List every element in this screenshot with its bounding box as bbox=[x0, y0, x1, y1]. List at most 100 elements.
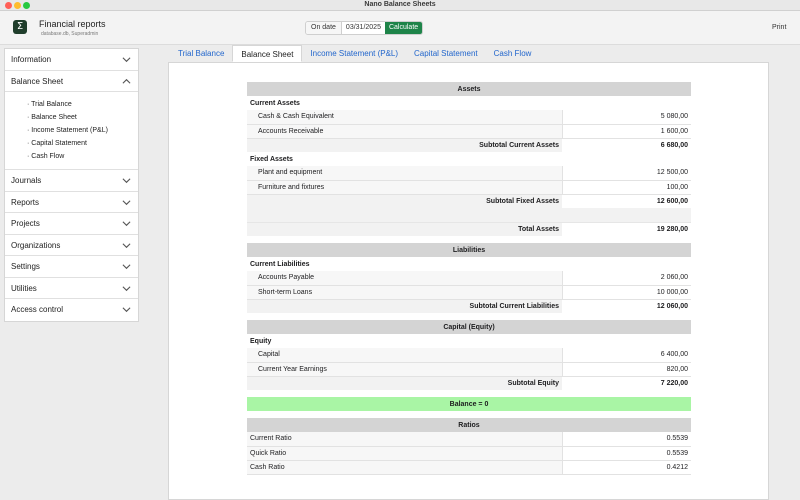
chevron-down-icon bbox=[122, 221, 131, 227]
row-value: 10 000,00 bbox=[561, 285, 691, 300]
tab-cash-flow[interactable]: Cash Flow bbox=[486, 45, 540, 62]
row-label: Capital bbox=[247, 348, 562, 363]
table-row: Total Assets 19 280,00 bbox=[247, 222, 691, 236]
row-label: Accounts Receivable bbox=[247, 124, 562, 139]
tab-balance-sheet[interactable]: Balance Sheet bbox=[232, 45, 303, 62]
sidebar-item-organizations[interactable]: Organizations bbox=[5, 235, 138, 256]
chevron-down-icon bbox=[122, 57, 131, 63]
chevron-down-icon bbox=[122, 264, 131, 270]
chevron-down-icon bbox=[122, 242, 131, 248]
row-value: 100,00 bbox=[561, 180, 691, 195]
subtotal-label: Subtotal Equity bbox=[247, 376, 562, 390]
row-value: 2 060,00 bbox=[561, 271, 691, 286]
row-label: Short-term Loans bbox=[247, 285, 562, 300]
sidebar-item-label: Journals bbox=[11, 176, 42, 185]
sidebar-item-settings[interactable]: Settings bbox=[5, 256, 138, 278]
chevron-down-icon bbox=[122, 199, 131, 205]
submenu-balance-sheet[interactable]: · Balance Sheet bbox=[27, 111, 138, 124]
app-subtitle: database.db, Superadmin bbox=[41, 31, 99, 37]
group-current-liabilities: Current Liabilities bbox=[250, 260, 310, 268]
table-row: Plant and equipment 12 500,00 bbox=[247, 166, 691, 181]
sidebar-item-journals[interactable]: Journals bbox=[5, 170, 138, 192]
section-header-liabilities: Liabilities bbox=[247, 243, 691, 257]
table-row: Furniture and fixtures 100,00 bbox=[247, 180, 691, 195]
table-row: Liabilities bbox=[247, 243, 691, 257]
table-row bbox=[247, 313, 691, 320]
table-row: Current Ratio 0.5539 bbox=[247, 432, 691, 447]
sidebar-item-projects[interactable]: Projects bbox=[5, 213, 138, 235]
table-row: Short-term Loans 10 000,00 bbox=[247, 285, 691, 300]
table-row: Cash Ratio 0.4212 bbox=[247, 460, 691, 475]
submenu-income-statement[interactable]: · Income Statement (P&L) bbox=[27, 124, 138, 137]
table-row: Subtotal Fixed Assets 12 600,00 bbox=[247, 194, 691, 208]
sidebar-item-balance-sheet[interactable]: Balance Sheet bbox=[5, 70, 138, 92]
table-row: Balance = 0 bbox=[247, 397, 691, 411]
row-label: Furniture and fixtures bbox=[247, 180, 562, 195]
table-row: Fixed Assets bbox=[247, 152, 691, 166]
tab-capital-statement[interactable]: Capital Statement bbox=[406, 45, 486, 62]
sidebar-item-information[interactable]: Information bbox=[5, 49, 138, 71]
tab-income-statement[interactable]: Income Statement (P&L) bbox=[302, 45, 406, 62]
table-row: Assets bbox=[247, 82, 691, 96]
table-row bbox=[247, 236, 691, 243]
submenu-cash-flow[interactable]: · Cash Flow bbox=[27, 150, 138, 163]
ratio-value: 0.4212 bbox=[561, 460, 691, 475]
table-row: Current Year Earnings 820,00 bbox=[247, 362, 691, 377]
tab-trial-balance[interactable]: Trial Balance bbox=[170, 45, 232, 62]
spacer-cell bbox=[247, 313, 691, 320]
submenu-capital-statement[interactable]: · Capital Statement bbox=[27, 137, 138, 150]
row-label: Cash & Cash Equivalent bbox=[247, 110, 562, 125]
print-button[interactable]: Print bbox=[772, 24, 786, 31]
sidebar-item-utilities[interactable]: Utilities bbox=[5, 278, 138, 299]
group-fixed-assets: Fixed Assets bbox=[250, 155, 293, 163]
group-equity: Equity bbox=[250, 337, 272, 345]
spacer-cell bbox=[247, 236, 691, 243]
subtotal-value: 7 220,00 bbox=[562, 376, 691, 390]
date-input[interactable]: 03/31/2025 bbox=[342, 22, 385, 34]
row-value: 5 080,00 bbox=[561, 110, 691, 125]
table-row: Subtotal Equity 7 220,00 bbox=[247, 376, 691, 390]
table-row bbox=[247, 411, 691, 418]
ratio-label: Cash Ratio bbox=[247, 460, 562, 475]
subtotal-value: 12 060,00 bbox=[562, 299, 691, 313]
report-tabs: Trial Balance Balance Sheet Income State… bbox=[170, 45, 539, 62]
table-row: Equity bbox=[247, 334, 691, 348]
chevron-down-icon bbox=[122, 285, 131, 291]
subtotal-label: Subtotal Current Assets bbox=[247, 138, 562, 152]
sidebar-item-reports[interactable]: Reports bbox=[5, 192, 138, 213]
row-value: 1 600,00 bbox=[561, 124, 691, 139]
sidebar-item-label: Balance Sheet bbox=[11, 76, 64, 86]
group-current-assets: Current Assets bbox=[250, 99, 300, 107]
subtotal-label: Subtotal Current Liabilities bbox=[247, 299, 562, 313]
balance-sheet-submenu: · Trial Balance · Balance Sheet · Income… bbox=[5, 92, 138, 170]
title-bar: Nano Balance Sheets bbox=[0, 0, 800, 11]
date-picker-group: On date 03/31/2025 Calculate bbox=[305, 21, 424, 35]
table-row: Accounts Receivable 1 600,00 bbox=[247, 124, 691, 139]
submenu-trial-balance[interactable]: · Trial Balance bbox=[27, 98, 138, 111]
section-header-assets: Assets bbox=[247, 82, 691, 96]
sidebar-item-label: Information bbox=[11, 55, 52, 64]
report-panel: Assets Current Assets Cash & Cash Equiva… bbox=[168, 62, 769, 500]
section-header-capital: Capital (Equity) bbox=[247, 320, 691, 334]
balance-status: Balance = 0 bbox=[247, 397, 691, 411]
table-row: Accounts Payable 2 060,00 bbox=[247, 271, 691, 286]
window-title: Nano Balance Sheets bbox=[364, 1, 436, 8]
balance-sheet-table: Assets Current Assets Cash & Cash Equiva… bbox=[247, 82, 691, 475]
calculate-button[interactable]: Calculate bbox=[384, 22, 423, 34]
table-row: Ratios bbox=[247, 418, 691, 432]
sidebar-item-label: Reports bbox=[11, 197, 40, 207]
sidebar-item-label: Utilities bbox=[11, 283, 37, 293]
section-header-ratios: Ratios bbox=[247, 418, 691, 432]
total-label: Total Assets bbox=[247, 222, 562, 236]
subtotal-label: Subtotal Fixed Assets bbox=[247, 194, 562, 208]
table-row bbox=[247, 390, 691, 397]
sidebar-item-access-control[interactable]: Access control bbox=[5, 299, 138, 321]
chevron-down-icon bbox=[122, 178, 131, 184]
spacer-cell bbox=[247, 411, 691, 418]
table-row: Capital (Equity) bbox=[247, 320, 691, 334]
table-row bbox=[247, 208, 691, 223]
on-date-label: On date bbox=[306, 22, 342, 34]
table-row: Subtotal Current Liabilities 12 060,00 bbox=[247, 299, 691, 313]
table-row: Cash & Cash Equivalent 5 080,00 bbox=[247, 110, 691, 125]
sidebar-item-label: Organizations bbox=[11, 240, 61, 250]
